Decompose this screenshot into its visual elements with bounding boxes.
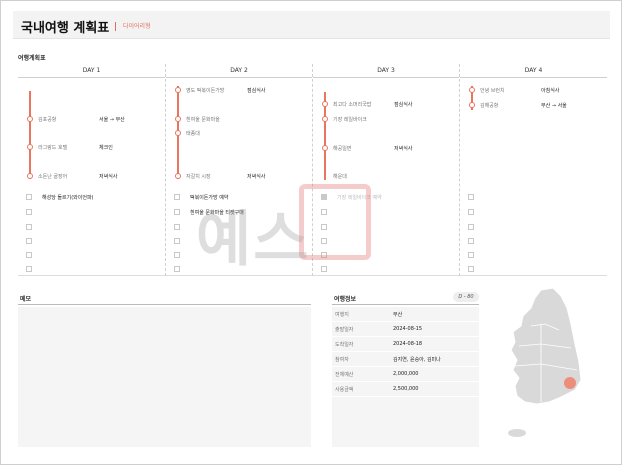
day-column-1: DAY 1 김포공항 서울 → 부산 라그랑드 호텔 체크인 소돈난 골장어 저… bbox=[18, 64, 165, 276]
watermark-text: 예스 bbox=[196, 205, 311, 275]
todo-checkbox[interactable] bbox=[468, 224, 474, 230]
todo-checkbox[interactable] bbox=[468, 252, 474, 258]
stop-activity: 저녁식사 bbox=[247, 174, 266, 180]
day-header: DAY 3 bbox=[313, 64, 459, 78]
timeline-dot bbox=[469, 87, 475, 93]
info-row-label: 전체예산 bbox=[335, 372, 354, 378]
info-row-value: 2,500,000 bbox=[393, 386, 419, 392]
timeline-line bbox=[29, 91, 31, 179]
stop-activity: 점심식사 bbox=[394, 102, 413, 108]
info-row-label: 도착일자 bbox=[335, 342, 354, 348]
info-row-value: 2024-08-18 bbox=[393, 341, 423, 347]
info-table: 여행지 부산 출발일자 2024-08-15 도착일자 2024-08-18 참여자 김… bbox=[332, 307, 479, 447]
timeline-dot bbox=[175, 130, 181, 136]
todo-checkbox[interactable] bbox=[26, 238, 32, 244]
todo-checkbox[interactable] bbox=[26, 194, 32, 200]
stop-place: 해운대 bbox=[333, 174, 347, 180]
stop-place: 라그랑드 호텔 bbox=[38, 145, 68, 151]
stop-place: 소돈난 골장어 bbox=[38, 174, 68, 180]
stop-place: 자갈치 시장 bbox=[186, 174, 211, 180]
timeline-dot bbox=[322, 101, 328, 107]
dday-badge: D - 80 bbox=[453, 292, 479, 302]
todo-text: 해성당 돌르기(와이언파) bbox=[42, 195, 94, 201]
todo-checkbox[interactable] bbox=[321, 266, 327, 272]
memo-divider bbox=[18, 304, 311, 305]
todo-checkbox[interactable] bbox=[174, 266, 180, 272]
info-row: 사용금액 2,500,000 bbox=[332, 382, 479, 397]
timeline-dot bbox=[27, 116, 33, 122]
stop-place: 태종대 bbox=[186, 131, 200, 137]
todo-checkbox[interactable] bbox=[174, 209, 180, 215]
info-row-label: 사용금액 bbox=[335, 387, 354, 393]
timeline-dot bbox=[469, 102, 475, 108]
stop-place: 김해공항 bbox=[480, 103, 499, 109]
timeline-dot bbox=[322, 116, 328, 122]
todo-checkbox[interactable] bbox=[26, 224, 32, 230]
timeline-dot bbox=[27, 144, 33, 150]
todo-checkbox[interactable] bbox=[174, 238, 180, 244]
timeline-dot bbox=[175, 87, 181, 93]
todo-checkbox[interactable] bbox=[174, 252, 180, 258]
stop-place: 기장 레일바이크 bbox=[333, 117, 367, 123]
info-row: 도착일자 2024-08-18 bbox=[332, 337, 479, 352]
todo-checkbox[interactable] bbox=[468, 238, 474, 244]
info-divider bbox=[332, 304, 479, 305]
stop-activity: 체크인 bbox=[99, 145, 113, 151]
header: 국내여행 계획표 다이어리형 bbox=[13, 11, 610, 39]
stop-activity: 서울 → 부산 bbox=[99, 117, 125, 123]
info-row: 출발일자 2024-08-15 bbox=[332, 322, 479, 337]
jeju-island bbox=[508, 429, 526, 437]
stop-activity: 점심식사 bbox=[247, 88, 266, 94]
timeline-dot bbox=[322, 145, 328, 151]
todo-checkbox[interactable] bbox=[26, 209, 32, 215]
info-row: 전체예산 2,000,000 bbox=[332, 367, 479, 382]
todo-checkbox[interactable] bbox=[468, 209, 474, 215]
stop-activity: 부산 → 서울 bbox=[541, 103, 567, 109]
todo-checkbox[interactable] bbox=[174, 194, 180, 200]
stop-activity: 아침식사 bbox=[541, 88, 560, 94]
day-header: DAY 1 bbox=[18, 64, 165, 78]
info-row-label: 참여자 bbox=[335, 357, 349, 363]
stop-place: 해공일면 bbox=[333, 146, 352, 152]
info-row-value: 부산 bbox=[393, 312, 403, 318]
title-separator bbox=[115, 22, 116, 31]
day-header: DAY 4 bbox=[460, 64, 607, 78]
timeline-dot bbox=[175, 116, 181, 122]
timeline-dot bbox=[175, 173, 181, 179]
memo-label: 메모 bbox=[20, 296, 32, 303]
memo-area[interactable] bbox=[18, 307, 311, 447]
info-row-label: 출발일자 bbox=[335, 327, 354, 333]
page-title: 국내여행 계획표 bbox=[21, 21, 110, 36]
todo-checkbox[interactable] bbox=[174, 224, 180, 230]
info-row-label: 여행지 bbox=[335, 312, 349, 318]
page-subtitle: 다이어리형 bbox=[123, 23, 151, 30]
stop-activity: 저녁식사 bbox=[99, 174, 118, 180]
stop-place: 흰여울 문화마을 bbox=[186, 117, 220, 123]
timeline-dot bbox=[27, 173, 33, 179]
info-row-value: 김지연, 윤승아, 김미나 bbox=[393, 357, 441, 363]
stop-place: 영도 떡볶이돈가방 bbox=[186, 88, 225, 94]
todo-checkbox[interactable] bbox=[468, 194, 474, 200]
korea-map-icon bbox=[508, 287, 582, 437]
todo-checkbox[interactable] bbox=[468, 266, 474, 272]
todo-checkbox[interactable] bbox=[26, 266, 32, 272]
stop-place: 안녕 브런치 bbox=[480, 88, 505, 94]
page-frame: 국내여행 계획표 다이어리형 여행계획표 DAY 1 김포공항 서울 → 부산 … bbox=[0, 0, 622, 465]
day-header: DAY 2 bbox=[166, 64, 312, 78]
info-row-value: 2024-08-15 bbox=[393, 326, 423, 332]
info-row-value: 2,000,000 bbox=[393, 371, 419, 377]
stop-place: 김포공항 bbox=[38, 117, 57, 123]
info-row: 여행지 부산 bbox=[332, 307, 479, 322]
info-label: 여행정보 bbox=[334, 296, 357, 303]
info-row: 참여자 김지연, 윤승아, 김미나 bbox=[332, 352, 479, 367]
day-column-4: DAY 4 안녕 브런치 아침식사 김해공항 부산 → 서울 bbox=[459, 64, 607, 276]
stop-place: 최고다 소머리국밥 bbox=[333, 102, 372, 108]
busan-marker bbox=[564, 377, 576, 389]
plan-section-label: 여행계획표 bbox=[18, 55, 46, 62]
todo-checkbox[interactable] bbox=[26, 252, 32, 258]
stop-activity: 저녁식사 bbox=[394, 146, 413, 152]
